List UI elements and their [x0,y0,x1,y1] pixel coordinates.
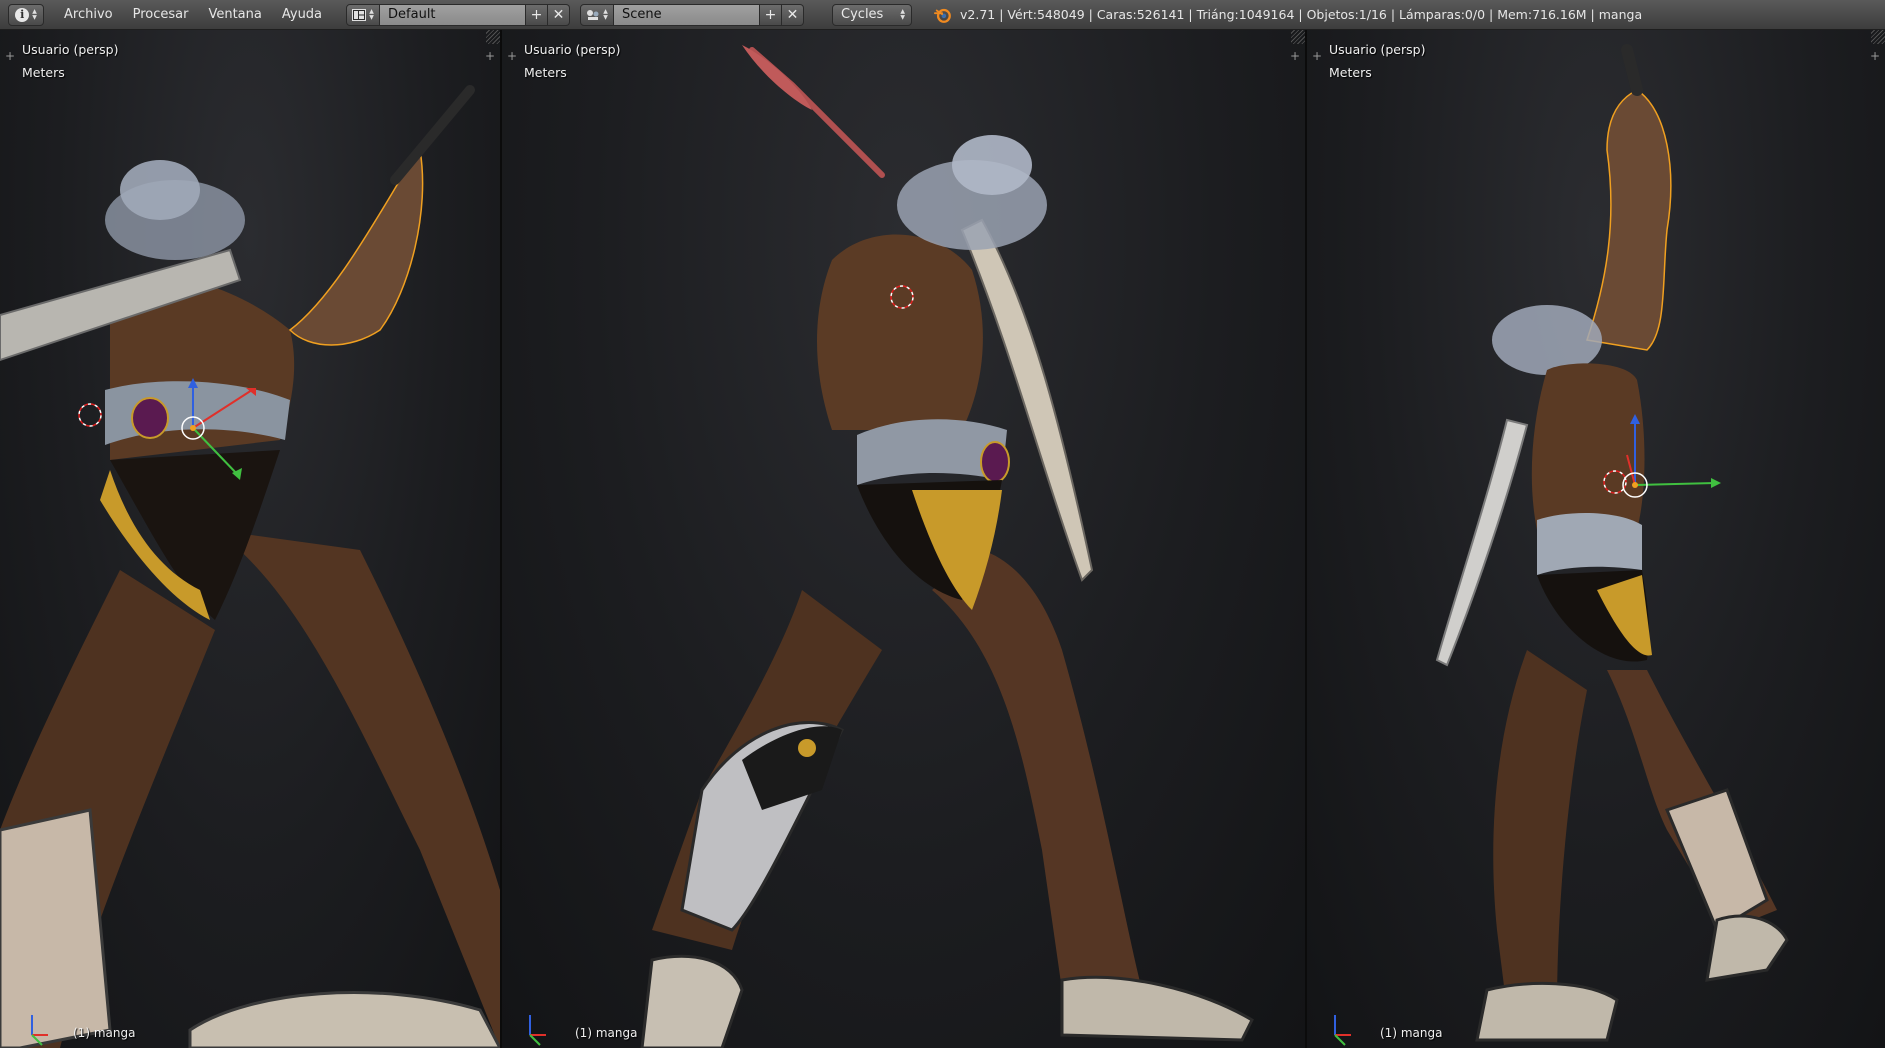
delete-scene-button[interactable]: ✕ [782,3,805,26]
editor-type-selector[interactable]: i ▲ ▼ [8,3,44,26]
toolbar-expand-handle[interactable]: + [1311,50,1323,62]
add-screen-button[interactable]: + [526,3,549,26]
viewport-units-label: Meters [524,65,567,80]
properties-expand-handle[interactable]: + [1869,50,1881,62]
gladiator-model-view-center [529,45,1254,1048]
viewport-split-corner[interactable] [486,30,500,44]
gladiator-model-view-left [0,85,500,1048]
viewport-units-label: Meters [1329,65,1372,80]
screen-layout-icon [352,8,367,21]
blender-logo-icon [934,8,951,23]
3d-viewport-left[interactable]: + + Usuario (persp) Meters (1) manga [0,30,500,1048]
gladiator-model-view-right [1334,44,1789,1046]
updown-arrows-icon: ▲ ▼ [32,7,37,21]
menu-archivo[interactable]: Archivo [54,7,123,22]
updown-arrows-icon: ▲ ▼ [603,7,608,21]
properties-expand-handle[interactable]: + [1289,50,1301,62]
viewport-object-label: (1) manga [1380,1026,1443,1040]
add-scene-button[interactable]: + [760,3,783,26]
viewport-split-corner[interactable] [1871,30,1885,44]
info-icon: i [15,7,30,22]
info-header: i ▲ ▼ Archivo Procesar Ventana Ayuda ▲ ▼ D… [0,0,1885,30]
viewport-object-label: (1) manga [73,1026,136,1040]
menu-ayuda[interactable]: Ayuda [272,7,332,22]
scene-statistics: v2.71 | Vért:548049 | Caras:526141 | Tri… [960,7,1643,22]
screen-layout-dropdown[interactable]: ▲ ▼ [346,3,381,26]
render-engine-dropdown[interactable]: Cycles ▲ ▼ [832,3,913,26]
viewport-units-label: Meters [22,65,65,80]
scene-selector: ▲ ▼ Scene + ✕ [580,3,805,26]
viewport-object-label: (1) manga [575,1026,638,1040]
3d-viewport-center[interactable]: + + Usuario (persp) Meters (1) manga [502,30,1305,1048]
main-menu: Archivo Procesar Ventana Ayuda [54,7,332,22]
scene-name-field[interactable]: Scene [614,3,761,26]
viewport-split-corner[interactable] [1291,30,1305,44]
close-icon: ✕ [786,6,799,23]
menu-procesar[interactable]: Procesar [123,7,199,22]
screen-layout-selector: ▲ ▼ Default + ✕ [346,3,571,26]
menu-ventana[interactable]: Ventana [198,7,271,22]
viewport-view-label: Usuario (persp) [524,42,621,57]
updown-arrows-icon: ▲ ▼ [900,7,906,21]
close-icon: ✕ [552,6,565,23]
viewport-view-label: Usuario (persp) [1329,42,1426,57]
render-engine-label: Cycles [841,7,884,22]
toolbar-expand-handle[interactable]: + [4,50,16,62]
toolbar-expand-handle[interactable]: + [506,50,518,62]
updown-arrows-icon: ▲ ▼ [369,7,374,21]
screen-layout-name-field[interactable]: Default [380,3,527,26]
scene-icon [587,9,599,20]
scene-dropdown[interactable]: ▲ ▼ [580,3,615,26]
delete-screen-button[interactable]: ✕ [548,3,571,26]
properties-expand-handle[interactable]: + [484,50,496,62]
plus-icon: + [530,6,543,23]
viewport-view-label: Usuario (persp) [22,42,119,57]
plus-icon: + [764,6,777,23]
3d-viewport-right[interactable]: + + Usuario (persp) Meters (1) manga [1307,30,1885,1048]
